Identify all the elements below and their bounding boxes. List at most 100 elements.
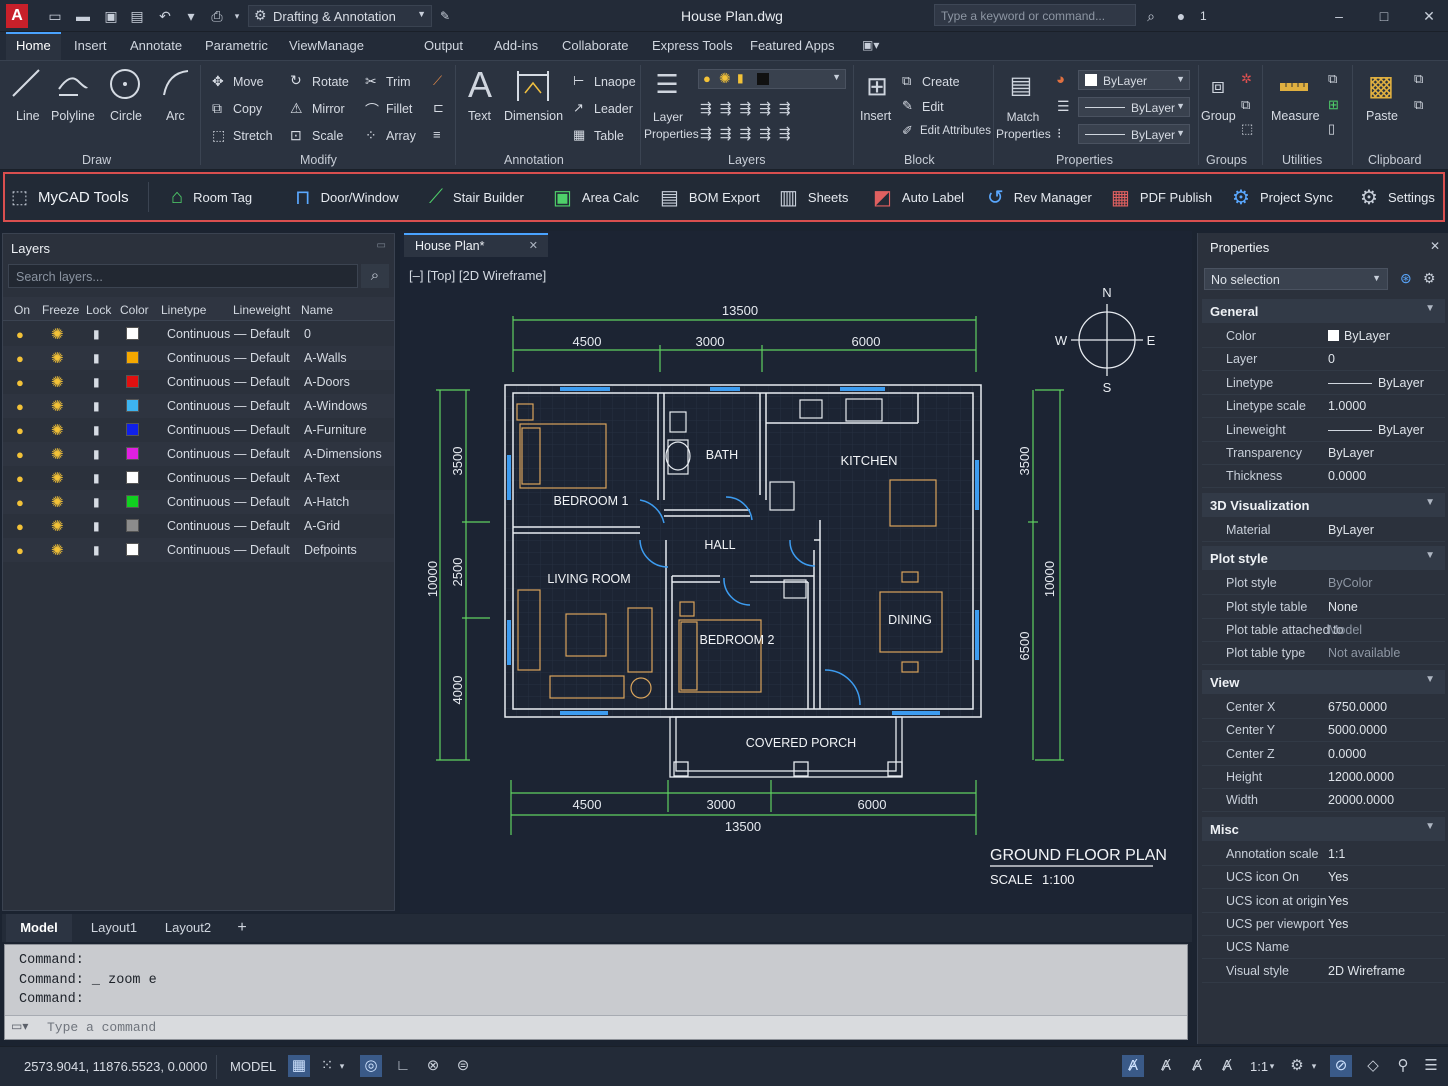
polyline-tool-icon[interactable] bbox=[56, 67, 90, 99]
layer-color-swatch[interactable] bbox=[126, 471, 139, 484]
col-on[interactable]: On bbox=[14, 303, 30, 317]
panel-collapse-icon[interactable]: ▭ bbox=[377, 240, 386, 251]
layer-lineweight[interactable]: — Default bbox=[234, 375, 290, 389]
lock-icon[interactable]: ▮ bbox=[93, 495, 100, 509]
utilities-panel-label[interactable]: Utilities bbox=[1282, 153, 1322, 167]
lineweight-dropdown[interactable]: ByLayer ▼ bbox=[1078, 124, 1190, 144]
property-row[interactable]: Plot table type Not available bbox=[1202, 642, 1445, 666]
property-row[interactable]: Linetype ByLayer bbox=[1202, 372, 1445, 395]
layer-lineweight[interactable]: — Default bbox=[234, 399, 290, 413]
property-value[interactable]: ByLayer bbox=[1328, 523, 1374, 537]
mirror-button[interactable]: Mirror bbox=[312, 102, 345, 116]
layer-name[interactable]: A-Furniture bbox=[304, 423, 367, 437]
linetype-dropdown[interactable]: ByLayer ▼ bbox=[1078, 97, 1190, 117]
tab-express-tools[interactable]: Express Tools bbox=[642, 32, 743, 60]
copy-clip-icon[interactable]: ⧉ bbox=[1414, 97, 1423, 113]
property-row[interactable]: Width 20000.0000 bbox=[1202, 789, 1445, 813]
command-input[interactable]: Type a command bbox=[47, 1020, 156, 1035]
layer-row[interactable]: ● ✺ ▮ Continuous — Default Defpoints bbox=[3, 538, 394, 562]
tab-manage[interactable]: Manage bbox=[307, 32, 374, 60]
search-icon[interactable]: ⌕ bbox=[361, 264, 389, 288]
property-row[interactable]: Plot table attached to Model bbox=[1202, 619, 1445, 642]
annotation-visibility-icon[interactable]: Ⱥ bbox=[1122, 1055, 1144, 1077]
layer-color-swatch[interactable] bbox=[126, 351, 139, 364]
drawing-area[interactable]: House Plan* ✕ [–] [Top] [2D Wireframe] 1… bbox=[400, 231, 1192, 913]
lightbulb-icon[interactable]: ● bbox=[16, 471, 24, 486]
print-icon[interactable]: ⎙ bbox=[208, 7, 226, 25]
table-button[interactable]: Table bbox=[594, 129, 624, 143]
hardware-accel-icon[interactable]: ⊘ bbox=[1330, 1055, 1352, 1077]
undo-icon[interactable]: ↶ bbox=[156, 7, 174, 25]
quick-select-icon[interactable]: ⧉ bbox=[1328, 71, 1337, 87]
close-icon[interactable]: ✕ bbox=[1420, 7, 1438, 25]
paste-icon[interactable]: ▩ bbox=[1366, 67, 1396, 105]
table-icon[interactable]: ▦ bbox=[573, 127, 585, 143]
group-icon[interactable]: ⧈ bbox=[1204, 69, 1232, 103]
layer-linetype[interactable]: Continuous bbox=[167, 351, 230, 365]
quick-select-icon[interactable]: ⊛ bbox=[1400, 270, 1412, 287]
property-value[interactable]: 20000.0000 bbox=[1328, 793, 1394, 807]
tab-insert[interactable]: Insert bbox=[64, 32, 117, 60]
property-value[interactable]: ByLayer bbox=[1378, 423, 1424, 437]
edit-attributes-button[interactable]: Edit Attributes bbox=[920, 125, 991, 137]
layer-linetype[interactable]: Continuous bbox=[167, 327, 230, 341]
color-dropdown[interactable]: ByLayer ▼ bbox=[1078, 70, 1190, 90]
save-icon[interactable]: ▣ bbox=[102, 7, 120, 25]
layer-color-swatch[interactable] bbox=[126, 447, 139, 460]
stretch-button[interactable]: Stretch bbox=[233, 129, 273, 143]
app-logo-icon[interactable]: A bbox=[6, 4, 28, 28]
lock-icon[interactable]: ▮ bbox=[93, 375, 100, 389]
move-icon[interactable]: ✥ bbox=[212, 73, 224, 90]
coordinates[interactable]: 2573.9041, 11876.5523, 0.0000 bbox=[24, 1059, 207, 1074]
layer-linetype[interactable]: Continuous bbox=[167, 399, 230, 413]
property-value[interactable]: 5000.0000 bbox=[1328, 723, 1387, 737]
grid-icon[interactable]: ▦ bbox=[288, 1055, 310, 1077]
bom-export-button[interactable]: ▤ BOM Export bbox=[660, 174, 760, 220]
new-file-icon[interactable]: ▭ bbox=[46, 7, 64, 25]
isolate-icon[interactable]: ⚲ bbox=[1392, 1055, 1414, 1077]
measure-icon[interactable] bbox=[1278, 75, 1310, 99]
sun-icon[interactable]: ✺ bbox=[51, 445, 64, 463]
property-row[interactable]: UCS icon On Yes bbox=[1202, 866, 1445, 890]
property-section-header[interactable]: 3D Visualization ▼ bbox=[1202, 492, 1445, 517]
sun-icon[interactable]: ✺ bbox=[51, 541, 64, 559]
block-panel-label[interactable]: Block bbox=[904, 153, 935, 167]
property-value[interactable]: 0 bbox=[1328, 352, 1335, 366]
layer-linetype[interactable]: Continuous bbox=[167, 471, 230, 485]
lightbulb-icon[interactable]: ● bbox=[16, 375, 24, 390]
add-layout-icon[interactable]: + bbox=[232, 914, 252, 942]
array-icon[interactable]: ⁘ bbox=[365, 127, 377, 144]
property-value[interactable]: Yes bbox=[1328, 870, 1348, 884]
layer-name[interactable]: A-Walls bbox=[304, 351, 347, 365]
property-section-header[interactable]: Misc ▼ bbox=[1202, 816, 1445, 841]
tab-overflow-icon[interactable]: ▣▾ bbox=[862, 38, 879, 52]
property-row[interactable]: Thickness 0.0000 bbox=[1202, 465, 1445, 489]
rev-manager-button[interactable]: ↺ Rev Manager bbox=[987, 174, 1092, 220]
layer-row[interactable]: ● ✺ ▮ Continuous — Default 0 bbox=[3, 322, 394, 346]
circle-button[interactable]: Circle bbox=[110, 109, 142, 123]
linear-icon[interactable]: ⊢ bbox=[573, 73, 584, 89]
copy-icon[interactable]: ⧉ bbox=[212, 100, 222, 117]
customize-menu-icon[interactable]: ☰ bbox=[1420, 1055, 1442, 1077]
paste-button[interactable]: Paste bbox=[1366, 109, 1398, 123]
layer-name[interactable]: 0 bbox=[304, 327, 311, 341]
create-block-icon[interactable]: ⧉ bbox=[902, 73, 911, 89]
lock-icon[interactable]: ▮ bbox=[93, 519, 100, 533]
workspace-dropdown-icon[interactable]: ▾ bbox=[1308, 1055, 1320, 1077]
sun-icon[interactable]: ✺ bbox=[51, 397, 64, 415]
col-lineweight[interactable]: Lineweight bbox=[233, 303, 290, 317]
lock-icon[interactable]: ▮ bbox=[93, 543, 100, 557]
lock-icon[interactable]: ▮ bbox=[93, 471, 100, 485]
trim-icon[interactable]: ✂ bbox=[365, 73, 377, 90]
layer-linetype[interactable]: Continuous bbox=[167, 495, 230, 509]
auto-scale-icon[interactable]: Ⱥ bbox=[1155, 1055, 1177, 1077]
tab-parametric[interactable]: Parametric bbox=[195, 32, 278, 60]
sun-icon[interactable]: ✺ bbox=[51, 373, 64, 391]
notifications-icon[interactable]: ◇ bbox=[1362, 1055, 1384, 1077]
layer-row[interactable]: ● ✺ ▮ Continuous — Default A-Hatch bbox=[3, 490, 394, 514]
ortho-icon[interactable]: ∟ bbox=[392, 1055, 414, 1077]
layer-search-box[interactable]: Search layers... bbox=[8, 264, 358, 288]
snap-icon[interactable]: ⁙ bbox=[316, 1055, 338, 1077]
property-value[interactable]: 1:1 bbox=[1328, 847, 1345, 861]
property-row[interactable]: Lineweight ByLayer bbox=[1202, 419, 1445, 442]
